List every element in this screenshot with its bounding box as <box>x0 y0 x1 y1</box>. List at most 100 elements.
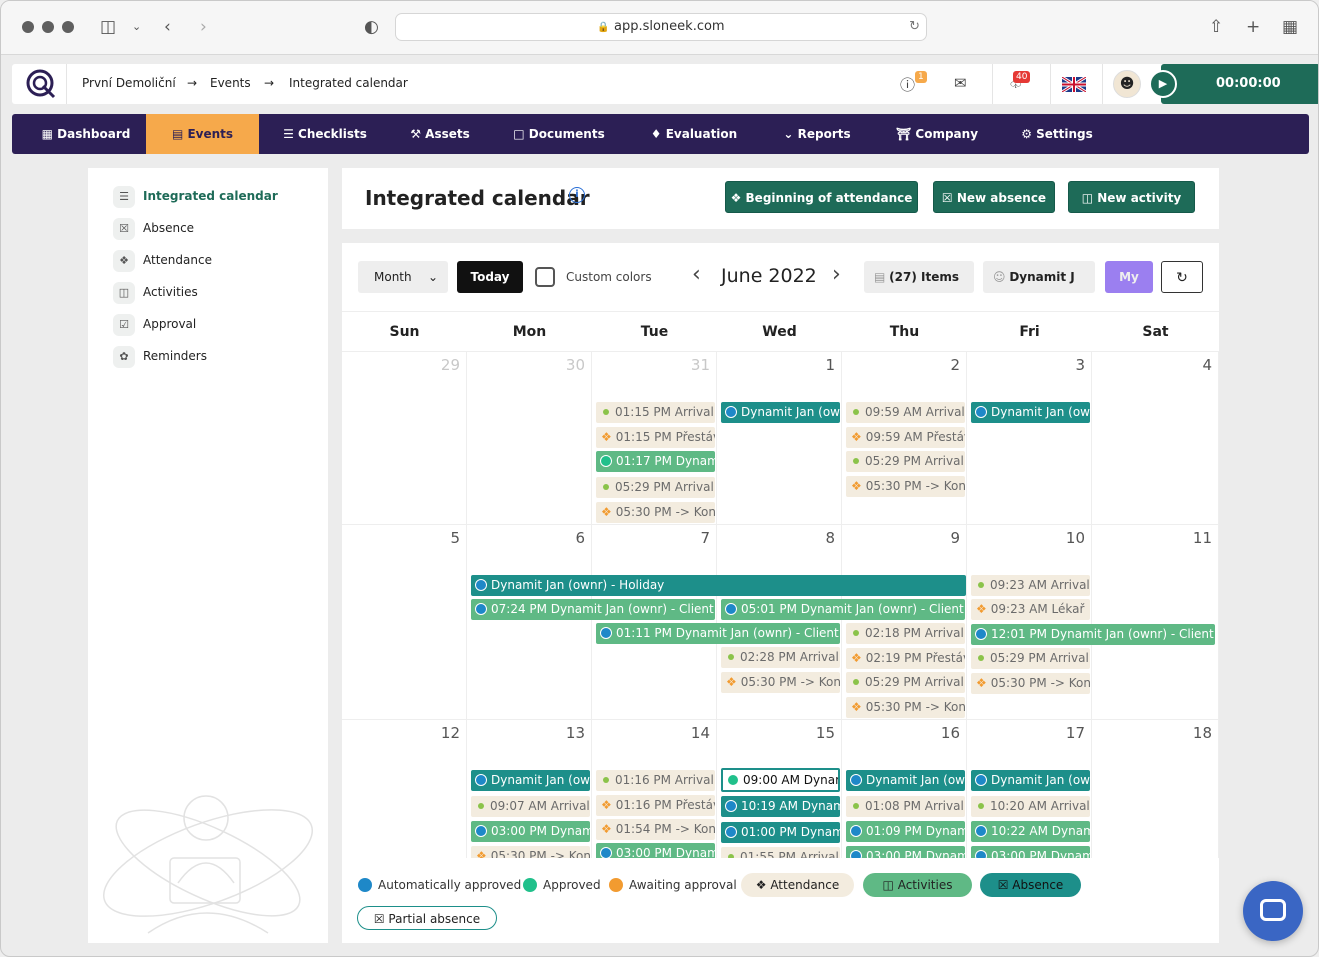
sidebar-toggle-icon[interactable]: ◫ <box>100 17 116 37</box>
beginning-of-attendance-button[interactable]: ❖ Beginning of attendance <box>725 181 918 213</box>
person-filter[interactable]: ☺ Dynamit J <box>983 261 1095 293</box>
activity-event[interactable]: 05:01 PM Dynamit Jan (ownr) - Client - Z <box>721 599 965 620</box>
new-tab-icon[interactable]: + <box>1246 17 1260 37</box>
attendance-event[interactable]: ❖05:30 PM -> Konec <box>971 673 1090 694</box>
legend-absence[interactable]: ☒ Absence <box>980 873 1081 897</box>
day-cell[interactable]: 5 <box>342 525 467 720</box>
breadcrumb-events[interactable]: Events <box>210 76 251 90</box>
forward-icon[interactable]: › <box>200 17 207 37</box>
activity-event[interactable]: 01:00 PM Dynam <box>721 822 840 843</box>
absence-event[interactable]: Dynamit Jan (ow <box>721 402 840 423</box>
attendance-event[interactable]: 02:28 PM Arrival <box>721 647 840 668</box>
selected-activity-event[interactable]: 09:00 AM Dynar <box>721 768 840 792</box>
shield-icon[interactable]: ◐ <box>364 17 379 37</box>
nav-settings[interactable]: ⚙ Settings <box>1017 114 1097 154</box>
attendance-event[interactable]: 05:29 PM Arrival <box>846 672 965 693</box>
view-select[interactable]: Month ⌄ <box>358 261 448 293</box>
chat-support-button[interactable] <box>1243 881 1303 941</box>
attendance-event[interactable]: ❖05:30 PM -> Konec <box>721 672 840 693</box>
prev-month-icon[interactable]: ‹ <box>692 262 701 287</box>
attendance-event[interactable]: ❖05:30 PM -> Konec <box>596 502 715 523</box>
share-icon[interactable]: ⇧ <box>1209 17 1223 37</box>
attendance-event[interactable]: ❖01:15 PM Přestávka <box>596 427 715 448</box>
today-button[interactable]: Today <box>457 261 523 293</box>
attendance-event[interactable]: 01:16 PM Arrival <box>596 770 715 791</box>
legend-partial-absence[interactable]: ☒ Partial absence <box>357 906 497 930</box>
zoom-window-button[interactable] <box>62 21 74 33</box>
activity-event[interactable]: 01:17 PM Dynami <box>596 451 715 472</box>
nav-dashboard[interactable]: ▦ Dashboard <box>26 114 146 154</box>
day-cell[interactable]: 12 <box>342 720 467 880</box>
absence-event[interactable]: Dynamit Jan (ow <box>846 770 965 791</box>
uk-flag-icon[interactable] <box>1062 77 1086 92</box>
attendance-event[interactable]: 10:20 AM Arrival <box>971 796 1090 817</box>
breadcrumb-company[interactable]: První Demoliční <box>82 76 176 90</box>
attendance-event[interactable]: 09:07 AM Arrival <box>471 796 590 817</box>
attendance-event[interactable]: ❖01:54 PM -> Konec <box>596 819 715 840</box>
activity-event[interactable]: 01:11 PM Dynamit Jan (ownr) - Client - M <box>596 623 840 644</box>
reload-icon[interactable]: ↻ <box>909 14 920 40</box>
next-month-icon[interactable]: › <box>832 262 841 287</box>
activity-event[interactable]: 03:00 PM Dynam <box>471 821 590 842</box>
tab-overview-icon[interactable]: ▦ <box>1282 17 1298 37</box>
day-cell[interactable]: 3 <box>967 352 1092 525</box>
attendance-event[interactable]: ❖02:19 PM Přestávka <box>846 648 965 669</box>
holiday-event[interactable]: Dynamit Jan (ownr) - Holiday <box>471 575 966 596</box>
sidebar-item-reminders[interactable]: ✿ Reminders <box>113 344 207 368</box>
day-cell[interactable]: 29 <box>342 352 467 525</box>
info-icon[interactable]: i <box>569 187 585 203</box>
activity-event[interactable]: 10:22 AM Dynam <box>971 821 1090 842</box>
sloneek-logo[interactable] <box>25 68 57 100</box>
absence-event[interactable]: Dynamit Jan (ow <box>471 770 590 791</box>
custom-colors-checkbox[interactable] <box>535 267 555 287</box>
activity-event[interactable]: 01:09 PM Dynam <box>846 821 965 842</box>
legend-activities[interactable]: ◫ Activities <box>863 873 972 897</box>
activity-event[interactable]: 12:01 PM Dynamit Jan (ownr) - Client - Z <box>971 624 1215 645</box>
day-cell[interactable]: 6 <box>467 525 592 720</box>
attendance-event[interactable]: 01:08 PM Arrival <box>846 796 965 817</box>
chat-icon[interactable]: ✉ <box>954 74 967 92</box>
activity-event[interactable]: 07:24 PM Dynamit Jan (ownr) - Client - Z <box>471 599 715 620</box>
attendance-event[interactable]: ❖01:16 PM Přestávka <box>596 795 715 816</box>
my-button[interactable]: My <box>1105 261 1153 293</box>
absence-event[interactable]: Dynamit Jan (ow <box>971 402 1090 423</box>
sidebar-item-activities[interactable]: ◫ Activities <box>113 280 198 304</box>
sidebar-item-absence[interactable]: ☒ Absence <box>113 216 194 240</box>
day-cell[interactable]: 1 <box>717 352 842 525</box>
sidebar-item-integrated-calendar[interactable]: ☰ Integrated calendar <box>113 184 278 208</box>
attendance-event[interactable]: 05:29 PM Arrival <box>846 451 965 472</box>
close-window-button[interactable] <box>22 21 34 33</box>
alert-icon[interactable]: ⓘ <box>900 74 915 95</box>
sidebar-item-approval[interactable]: ☑ Approval <box>113 312 196 336</box>
nav-events[interactable]: ▤ Events <box>146 114 259 154</box>
play-button[interactable]: ▶ <box>1149 70 1177 98</box>
minimize-window-button[interactable] <box>42 21 54 33</box>
attendance-event[interactable]: 09:59 AM Arrival <box>846 402 965 423</box>
attendance-event[interactable]: ❖05:30 PM -> Konec <box>846 476 965 497</box>
sidebar-item-attendance[interactable]: ❖ Attendance <box>113 248 212 272</box>
new-absence-button[interactable]: ☒ New absence <box>933 181 1055 213</box>
attendance-event[interactable]: ❖ 09:23 AM Lékař <box>971 599 1090 620</box>
attendance-event[interactable]: 01:15 PM Arrival <box>596 402 715 423</box>
nav-checklists[interactable]: ☰ Checklists <box>275 114 375 154</box>
url-bar[interactable]: 🔒 app.sloneek.com ↻ <box>395 13 927 41</box>
day-cell[interactable]: 4 <box>1092 352 1219 525</box>
nav-reports[interactable]: ⌄ Reports <box>777 114 857 154</box>
nav-documents[interactable]: □ Documents <box>509 114 609 154</box>
day-cell[interactable]: 18 <box>1092 720 1219 880</box>
attendance-event[interactable]: ❖09:59 AM Přestávk <box>846 427 965 448</box>
attendance-event[interactable]: 05:29 PM Arrival <box>971 648 1090 669</box>
back-icon[interactable]: ‹ <box>164 17 171 37</box>
attendance-event[interactable]: 02:18 PM Arrival <box>846 623 965 644</box>
absence-event[interactable]: Dynamit Jan (ow <box>971 770 1090 791</box>
chevron-down-icon[interactable]: ⌄ <box>132 17 141 37</box>
nav-evaluation[interactable]: ♦ Evaluation <box>644 114 744 154</box>
new-activity-button[interactable]: ◫ New activity <box>1068 181 1195 213</box>
day-cell[interactable]: 30 <box>467 352 592 525</box>
nav-company[interactable]: ⛩ Company <box>892 114 982 154</box>
refresh-button[interactable]: ↻ <box>1161 261 1203 293</box>
attendance-event[interactable]: 05:29 PM Arrival <box>596 477 715 498</box>
day-cell[interactable]: 11 <box>1092 525 1219 720</box>
activity-event[interactable]: 10:19 AM Dynam <box>721 796 840 817</box>
items-filter[interactable]: ▤ (27) Items <box>864 261 974 293</box>
